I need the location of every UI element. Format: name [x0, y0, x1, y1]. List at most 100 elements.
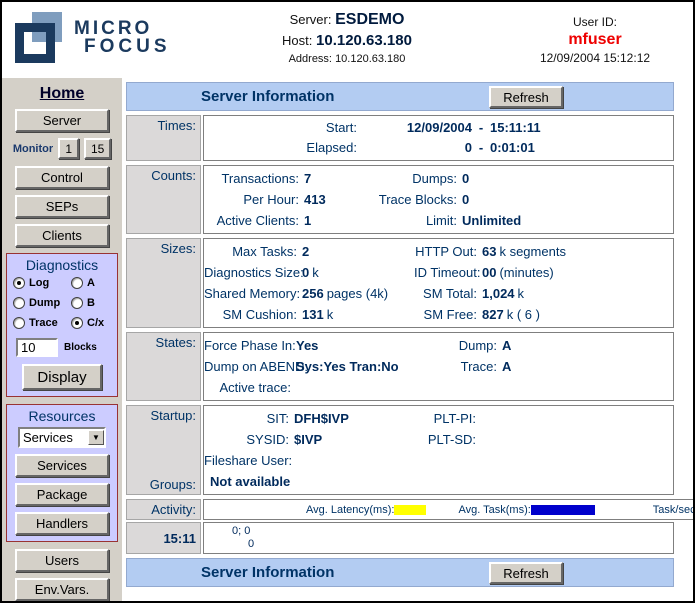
start-label: Start:: [204, 118, 362, 138]
server-label: Server:: [290, 12, 332, 27]
radio-cx-icon[interactable]: [71, 317, 83, 329]
sm-free-label: SM Free:: [414, 304, 482, 325]
radio-b-icon[interactable]: [71, 297, 83, 309]
trace-state-label: Trace:: [418, 356, 502, 377]
radio-trace-label: Trace: [29, 317, 58, 329]
trace-state-value: A: [502, 356, 673, 377]
radio-dump[interactable]: Dump: [13, 297, 71, 309]
package-button[interactable]: Package: [15, 483, 109, 506]
avg-task-swatch-icon: [531, 505, 595, 515]
sidebar-home-link[interactable]: Home: [2, 85, 122, 103]
max-tasks-value: 2: [302, 241, 414, 262]
states-body: Force Phase In: Yes Dump: A Dump on ABEN…: [203, 332, 674, 401]
times-section-label: Times:: [126, 115, 201, 161]
header: MICRO FOCUS Server: ESDEMO Host: 10.120.…: [2, 2, 693, 78]
startup-empty-label: [416, 450, 481, 471]
times-body: Start: 12/09/2004 - 15:11:11 Elapsed: 0 …: [203, 115, 674, 161]
startup-section: Startup: Groups: SIT: DFH$IVP PLT-PI: SY…: [126, 405, 674, 495]
address-label: Address:: [289, 53, 332, 65]
radio-b[interactable]: B: [71, 297, 111, 309]
radio-log[interactable]: Log: [13, 277, 71, 289]
envvars-button[interactable]: Env.Vars.: [15, 578, 109, 601]
states-row: Dump on ABEND: Sys:Yes Tran:No Trace: A: [204, 356, 673, 377]
radio-log-icon[interactable]: [13, 277, 25, 289]
avg-latency-swatch-icon: [394, 505, 426, 515]
host-value: 10.120.63.180: [316, 32, 412, 49]
user-id-label: User ID:: [515, 15, 675, 29]
radio-a[interactable]: A: [71, 277, 111, 289]
monitor-15-button[interactable]: 15: [84, 138, 111, 159]
radio-a-icon[interactable]: [71, 277, 83, 289]
address-line: Address: 10.120.63.180: [227, 53, 467, 65]
seps-button[interactable]: SEPs: [15, 195, 109, 218]
elapsed-dash: -: [472, 138, 490, 158]
sit-value: DFH$IVP: [294, 408, 416, 429]
activity-data-body: 0; 0 0: [203, 522, 674, 554]
activity-section-label: Activity:: [126, 499, 201, 520]
startup-row: SIT: DFH$IVP PLT-PI:: [204, 408, 673, 429]
id-timeout-label: ID Timeout:: [414, 262, 482, 283]
sm-cushion-label: SM Cushion:: [204, 304, 302, 325]
resources-dropdown[interactable]: Services ▼: [18, 427, 106, 448]
radio-trace[interactable]: Trace: [13, 317, 71, 329]
radio-cx[interactable]: C/x: [71, 317, 111, 329]
users-button[interactable]: Users: [15, 549, 109, 572]
admin-console-window: MICRO FOCUS Server: ESDEMO Host: 10.120.…: [0, 0, 695, 603]
dump-on-abend-value: Sys:Yes Tran:No: [296, 356, 418, 377]
dumps-value: 0: [462, 168, 673, 189]
sm-free-value: 827k ( 6 ): [482, 304, 673, 325]
fileshare-user-label: Fileshare User:: [204, 450, 294, 471]
startup-body: SIT: DFH$IVP PLT-PI: SYSID: $IVP PLT-SD:…: [203, 405, 674, 495]
server-identity: Server: ESDEMO Host: 10.120.63.180 Addre…: [227, 11, 467, 65]
startup-label: Startup:: [150, 408, 196, 423]
refresh-button-top[interactable]: Refresh: [489, 86, 563, 108]
startup-section-label-cell: Startup: Groups:: [126, 405, 201, 495]
radio-a-label: A: [87, 277, 95, 289]
plt-pi-label: PLT-PI:: [416, 408, 481, 429]
dump-on-abend-label: Dump on ABEND:: [204, 356, 296, 377]
task-sec-label: Task/sec:: [653, 504, 695, 516]
micro-focus-logo: MICRO FOCUS: [12, 10, 182, 70]
monitor-1-button[interactable]: 1: [58, 138, 79, 159]
logo-front-square: [15, 23, 55, 63]
radio-b-label: B: [87, 297, 95, 309]
trace-blocks-label: Trace Blocks:: [366, 189, 462, 210]
counts-row: Active Clients: 1 Limit: Unlimited: [204, 210, 673, 231]
counts-body: Transactions: 7 Dumps: 0 Per Hour: 413 T…: [203, 165, 674, 234]
radio-trace-icon[interactable]: [13, 317, 25, 329]
clients-button[interactable]: Clients: [15, 224, 109, 247]
activity-legend: Avg. Latency(ms): Avg. Task(ms): Task/se…: [203, 499, 695, 520]
address-value: 10.120.63.180: [335, 53, 405, 65]
shared-memory-label: Shared Memory:: [204, 283, 302, 304]
server-button[interactable]: Server: [15, 109, 109, 132]
logo-line2: FOCUS: [84, 38, 171, 56]
http-out-label: HTTP Out:: [414, 241, 482, 262]
activity-time-label: 15:11: [126, 522, 201, 554]
user-id-value: mfuser: [515, 31, 675, 49]
limit-value: Unlimited: [462, 210, 673, 231]
radio-dump-icon[interactable]: [13, 297, 25, 309]
server-value: ESDEMO: [335, 11, 404, 28]
control-button[interactable]: Control: [15, 166, 109, 189]
activity-section: Activity: Avg. Latency(ms): Avg. Task(ms…: [126, 499, 674, 520]
active-trace-label: Active trace:: [204, 377, 296, 398]
logo-text: MICRO FOCUS: [74, 20, 171, 56]
dropdown-arrow-icon[interactable]: ▼: [88, 430, 104, 445]
services-button[interactable]: Services: [15, 454, 109, 477]
groups-label: Groups:: [150, 477, 196, 492]
legend-avg-task: Avg. Task(ms):: [458, 504, 652, 516]
activity-data-line2: 0: [204, 538, 673, 551]
blocks-input[interactable]: [16, 338, 58, 357]
counts-row: Transactions: 7 Dumps: 0: [204, 168, 673, 189]
plt-sd-value: [481, 429, 673, 450]
dump-state-label: Dump:: [418, 335, 502, 356]
host-line: Host: 10.120.63.180: [227, 32, 467, 49]
elapsed-label: Elapsed:: [204, 138, 362, 158]
resources-dropdown-value: Services: [20, 430, 88, 445]
handlers-button[interactable]: Handlers: [15, 512, 109, 535]
states-section-label: States:: [126, 332, 201, 401]
refresh-button-bottom[interactable]: Refresh: [489, 562, 563, 584]
sm-total-value: 1,024k: [482, 283, 673, 304]
display-button[interactable]: Display: [22, 364, 102, 390]
user-identity: User ID: mfuser 12/09/2004 15:12:12: [515, 15, 675, 65]
